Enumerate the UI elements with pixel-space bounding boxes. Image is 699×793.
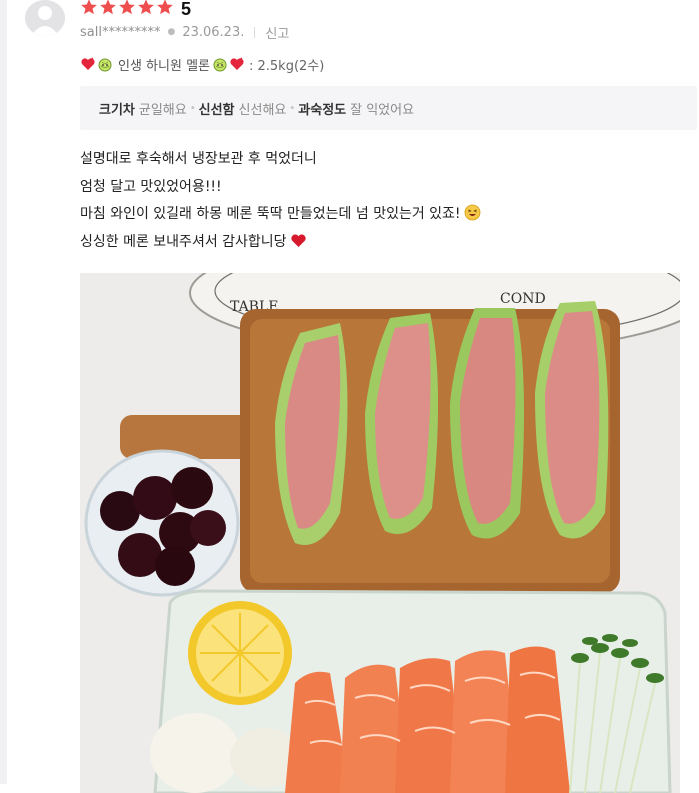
attr-key: 크기차	[99, 102, 135, 118]
review-line: 설명대로 후숙해서 냉장보관 후 먹었더니	[80, 146, 680, 174]
heart-icon	[80, 56, 96, 72]
option-name: 인생 하니원 멜론	[118, 58, 210, 74]
meta-dot: ●	[167, 27, 176, 37]
left-rail	[0, 0, 7, 784]
attr-value: 균일해요	[138, 102, 187, 118]
attr-value: 신선해요	[238, 102, 287, 118]
attr-value: 잘 익었어요	[350, 102, 415, 118]
meta-divider	[254, 26, 256, 38]
review-attributes: 크기차 균일해요 • 신선함 신선해요 • 과숙정도 잘 익었어요	[80, 86, 697, 130]
svg-text:COND: COND	[500, 291, 546, 307]
review-date: 23.06.23.	[182, 24, 245, 40]
report-link[interactable]: 신고	[265, 23, 289, 42]
attr-key: 신선함	[198, 102, 235, 118]
review-photo[interactable]: TABLE COND	[80, 273, 680, 793]
heart-icon	[290, 232, 307, 249]
star-icon	[119, 0, 135, 15]
attr-dot: •	[189, 102, 196, 114]
review-line: 엄청 달고 맛있었어용!!!	[80, 174, 680, 202]
review-line: 마침 와인이 있길래 하몽 메론 뚝딱 만들었는데 넘 맛있는거 있죠!	[80, 201, 680, 229]
purchased-option: 인생 하니원 멜론 : 2.5kg(2수)	[80, 54, 324, 74]
review-line-text: 마침 와인이 있길래 하몽 메론 뚝딱 만들었는데 넘 맛있는거 있죠!	[80, 206, 461, 222]
melon-icon	[212, 56, 228, 72]
review-meta: sall********* ● 23.06.23. 신고	[80, 22, 289, 42]
heart-icon	[229, 56, 245, 72]
rating-number: 5	[181, 0, 192, 19]
reviewer-name: sall*********	[80, 24, 161, 40]
avatar	[25, 0, 65, 36]
attr-dot: •	[289, 102, 296, 114]
star-rating	[80, 0, 175, 20]
melon-icon	[97, 56, 113, 72]
star-icon	[138, 0, 154, 15]
review-line-text: 엄청 달고 맛있었어용!!!	[80, 178, 222, 195]
review-line-text: 싱싱한 메론 보내주셔서 감사합니당	[80, 233, 287, 250]
star-icon	[100, 0, 116, 15]
star-icon	[81, 0, 97, 15]
star-icon	[157, 0, 173, 15]
attr-key: 과숙정도	[298, 102, 347, 118]
option-detail: : 2.5kg(2수)	[249, 58, 325, 74]
review-line: 싱싱한 메론 보내주셔서 감사합니당	[80, 229, 680, 257]
review-body: 설명대로 후숙해서 냉장보관 후 먹었더니 엄청 달고 맛있었어용!!! 마침 …	[80, 146, 680, 256]
review-line-text: 설명대로 후숙해서 냉장보관 후 먹었더니	[80, 151, 317, 167]
rating-row: 5	[80, 0, 191, 20]
laughing-face-icon	[464, 204, 481, 221]
